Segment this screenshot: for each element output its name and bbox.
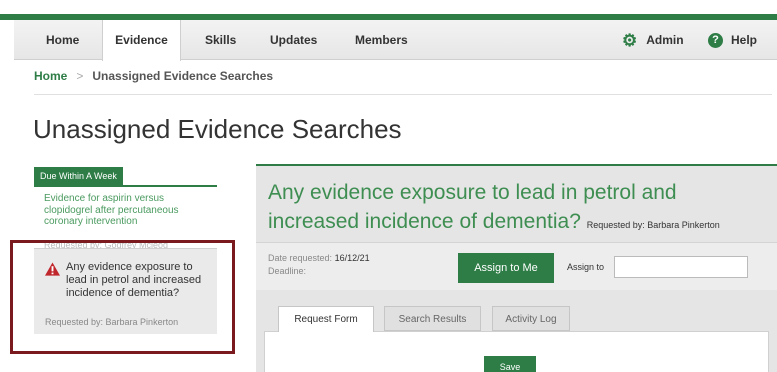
admin-label: Admin — [646, 33, 684, 47]
search-detail-requester: Requested by: Barbara Pinkerton — [586, 220, 720, 230]
help-link[interactable]: ? Help — [708, 20, 757, 60]
admin-link[interactable]: ⚙ Admin — [622, 20, 684, 60]
nav-item-home[interactable]: Home — [46, 20, 79, 60]
breadcrumb-divider — [34, 94, 772, 95]
date-requested-label: Date requested: — [268, 253, 333, 263]
tab-activity-log[interactable]: Activity Log — [492, 306, 570, 331]
due-section-divider — [34, 185, 217, 187]
breadcrumb-current: Unassigned Evidence Searches — [92, 69, 274, 83]
breadcrumb-separator: > — [76, 69, 84, 83]
date-requested-value: 16/12/21 — [334, 253, 370, 263]
search-detail-panel: Any evidence exposure to lead in petrol … — [256, 164, 777, 372]
assign-to-input[interactable] — [614, 256, 748, 278]
nav-item-evidence[interactable]: Evidence — [102, 20, 181, 61]
assign-to-label: Assign to — [567, 262, 605, 272]
gear-icon: ⚙ — [622, 30, 638, 50]
breadcrumb-home[interactable]: Home — [34, 69, 67, 83]
page-title: Unassigned Evidence Searches — [33, 114, 402, 144]
tab-search-results[interactable]: Search Results — [384, 306, 481, 331]
assign-to-me-button[interactable]: Assign to Me — [458, 253, 554, 283]
request-form-panel: Save — [264, 331, 769, 372]
deadline-label: Deadline: — [268, 266, 307, 276]
help-icon: ? — [708, 33, 723, 49]
save-button[interactable]: Save — [484, 356, 536, 372]
search-detail-title-block: Any evidence exposure to lead in petrol … — [268, 178, 768, 240]
breadcrumb: Home > Unassigned Evidence Searches — [34, 69, 273, 83]
search-list-item[interactable]: Evidence for aspirin versus clopidogrel … — [44, 193, 209, 228]
main-nav: Home Evidence Skills Updates Members ⚙ Ad… — [14, 20, 777, 61]
nav-item-updates[interactable]: Updates — [270, 20, 317, 60]
due-section-label: Due Within A Week — [34, 167, 123, 185]
tab-request-form[interactable]: Request Form — [278, 306, 374, 332]
nav-item-members[interactable]: Members — [355, 20, 408, 60]
help-label: Help — [731, 33, 758, 47]
date-requested: Date requested: 16/12/21 — [268, 253, 370, 263]
selection-highlight-box — [10, 240, 235, 354]
nav-item-skills[interactable]: Skills — [205, 20, 236, 60]
assignment-bar: Date requested: 16/12/21 Deadline: Assig… — [256, 242, 777, 290]
detail-tabs: Request Form Search Results Activity Log… — [264, 296, 769, 372]
